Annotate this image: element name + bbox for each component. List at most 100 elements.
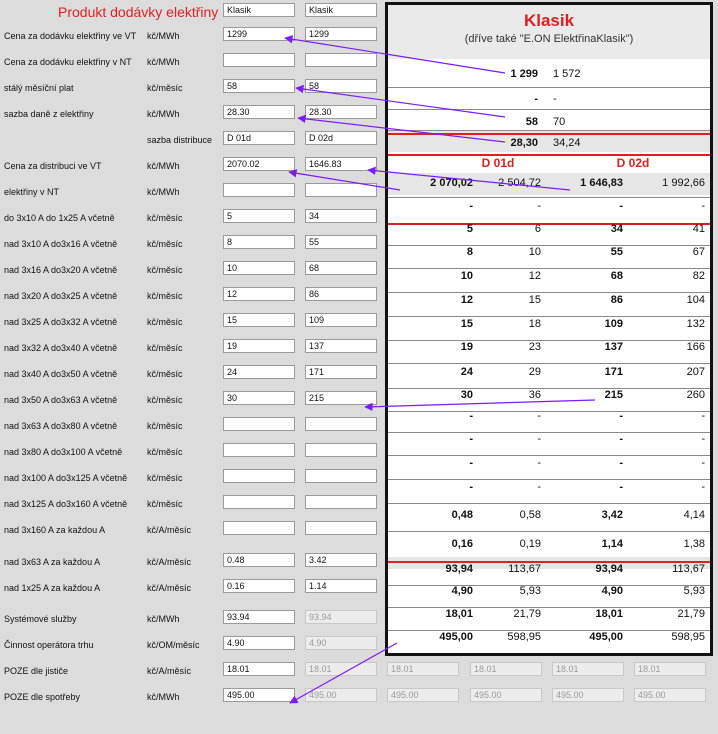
price-value: -: [534, 93, 538, 105]
unit-label: kč/měsíc: [147, 213, 183, 223]
value-input-a[interactable]: 0.48: [223, 553, 295, 567]
value-input-a[interactable]: 495.00: [223, 688, 295, 702]
unit-label: kč/měsíc: [147, 499, 183, 509]
value-input-b[interactable]: 55: [305, 235, 377, 249]
unit-label: kč/měsíc: [147, 239, 183, 249]
value-input-a[interactable]: [223, 183, 295, 197]
value-input-a[interactable]: [223, 469, 295, 483]
value-input-b[interactable]: 171: [305, 365, 377, 379]
value-input-b[interactable]: 68: [305, 261, 377, 275]
dist-value-a: -: [469, 433, 473, 445]
unit-label: kč/měsíc: [147, 265, 183, 275]
unit-label: kč/MWh: [147, 161, 180, 171]
panel-header: Klasik (dříve také "E.ON ElektřinaKlasik…: [388, 5, 710, 59]
unit-label: kč/měsíc: [147, 83, 183, 93]
title-input-a[interactable]: Klasik: [223, 3, 295, 17]
value-input-a[interactable]: [223, 521, 295, 535]
value-input-b[interactable]: 1299: [305, 27, 377, 41]
dist-value-a: 93,94: [445, 563, 473, 575]
value-input-b[interactable]: 137: [305, 339, 377, 353]
extra-value-input[interactable]: 495.00: [470, 688, 542, 702]
value-input-a[interactable]: 5: [223, 209, 295, 223]
dist-header-b: D 02d: [616, 156, 650, 170]
extra-value-input[interactable]: 18.01: [387, 662, 459, 676]
value-input-a[interactable]: 12: [223, 287, 295, 301]
value-input-b[interactable]: 58: [305, 79, 377, 93]
dist-value-a: 0,16: [451, 538, 473, 550]
value-input-b[interactable]: 109: [305, 313, 377, 327]
dist-value-b-vat: 67: [692, 246, 705, 258]
value-input-b[interactable]: 215: [305, 391, 377, 405]
extra-value-input[interactable]: 495.00: [387, 688, 459, 702]
value-input-a[interactable]: 58: [223, 79, 295, 93]
dist-value-b-vat: 5,93: [683, 585, 705, 597]
value-input-a[interactable]: [223, 443, 295, 457]
value-input-a[interactable]: [223, 495, 295, 509]
unit-label: kč/měsíc: [147, 291, 183, 301]
value-input-b[interactable]: [305, 417, 377, 431]
extra-value-input[interactable]: 18.01: [552, 662, 624, 676]
value-input-b[interactable]: 93.94: [305, 610, 377, 624]
dist-value-a: 495,00: [439, 631, 473, 643]
value-input-b[interactable]: D 02d: [305, 131, 377, 145]
value-input-a[interactable]: 10: [223, 261, 295, 275]
row-divider: [388, 292, 710, 293]
row-divider: [388, 268, 710, 269]
value-input-b[interactable]: 4.90: [305, 636, 377, 650]
row-divider: [388, 503, 710, 504]
extra-value-input[interactable]: 18.01: [470, 662, 542, 676]
value-input-a[interactable]: 24: [223, 365, 295, 379]
title-input-b[interactable]: Klasik: [305, 3, 377, 17]
value-input-b[interactable]: [305, 53, 377, 67]
row-divider: [388, 455, 710, 456]
value-input-a[interactable]: 1299: [223, 27, 295, 41]
value-input-a[interactable]: 8: [223, 235, 295, 249]
dist-value-a-vat: 23: [528, 341, 541, 353]
value-input-a[interactable]: 30: [223, 391, 295, 405]
dist-value-a-vat: -: [537, 457, 541, 469]
extra-value-input[interactable]: 495.00: [634, 688, 706, 702]
unit-label: kč/měsíc: [147, 317, 183, 327]
dist-value-b-vat: 41: [692, 223, 705, 235]
dist-value-b: -: [619, 457, 623, 469]
value-input-a[interactable]: 15: [223, 313, 295, 327]
value-input-b[interactable]: 28.30: [305, 105, 377, 119]
dist-header-a: D 01d: [481, 156, 515, 170]
value-input-b[interactable]: [305, 521, 377, 535]
value-input-a[interactable]: 93.94: [223, 610, 295, 624]
dist-value-b: 3,42: [601, 509, 623, 521]
value-input-a[interactable]: 28.30: [223, 105, 295, 119]
dist-value-a-vat: -: [537, 410, 541, 422]
value-input-b[interactable]: 495.00: [305, 688, 377, 702]
value-input-b[interactable]: 1646.83: [305, 157, 377, 171]
value-input-b[interactable]: [305, 469, 377, 483]
extra-value-input[interactable]: 495.00: [552, 688, 624, 702]
value-input-a[interactable]: 2070.02: [223, 157, 295, 171]
value-input-b[interactable]: 18.01: [305, 662, 377, 676]
extra-value-input[interactable]: 18.01: [634, 662, 706, 676]
value-input-b[interactable]: 1.14: [305, 579, 377, 593]
unit-label: kč/měsíc: [147, 473, 183, 483]
value-input-b[interactable]: 34: [305, 209, 377, 223]
value-input-b[interactable]: [305, 495, 377, 509]
dist-value-b: -: [619, 200, 623, 212]
dist-value-b: 93,94: [595, 563, 623, 575]
row-divider: [388, 531, 710, 532]
value-input-b[interactable]: 86: [305, 287, 377, 301]
dist-value-b: 55: [610, 246, 623, 258]
value-input-a[interactable]: 18.01: [223, 662, 295, 676]
value-input-a[interactable]: 4.90: [223, 636, 295, 650]
value-input-a[interactable]: D 01d: [223, 131, 295, 145]
value-input-b[interactable]: [305, 183, 377, 197]
row-label: do 3x10 A do 1x25 A včetně: [4, 213, 115, 223]
value-input-a[interactable]: [223, 417, 295, 431]
value-input-a[interactable]: 19: [223, 339, 295, 353]
value-input-a[interactable]: [223, 53, 295, 67]
row-label: POZE dle spotřeby: [4, 692, 81, 702]
value-input-b[interactable]: [305, 443, 377, 457]
price-value-vat: 70: [553, 116, 566, 128]
value-input-a[interactable]: 0.16: [223, 579, 295, 593]
row-label: Cena za distribuci ve VT: [4, 161, 102, 171]
price-value-vat: 1 572: [553, 68, 581, 80]
value-input-b[interactable]: 3.42: [305, 553, 377, 567]
